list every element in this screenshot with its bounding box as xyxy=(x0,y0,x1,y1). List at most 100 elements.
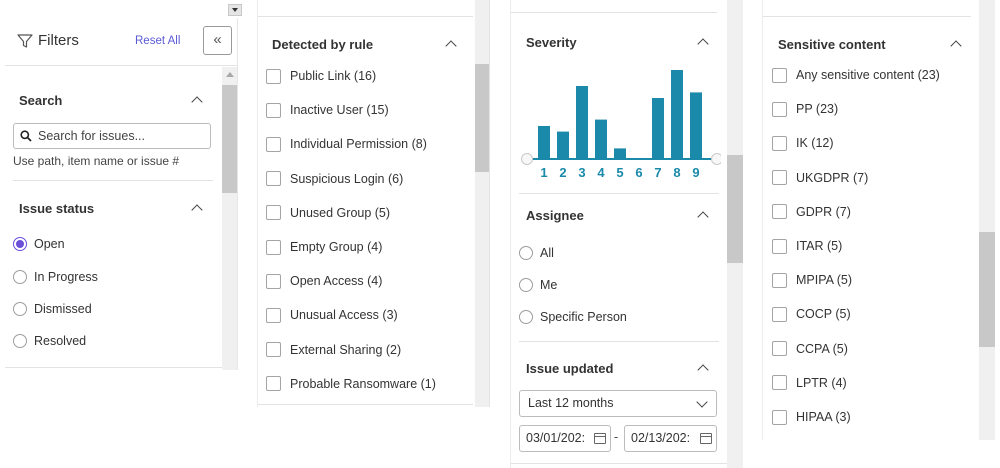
checkbox[interactable] xyxy=(772,170,787,186)
radio-icon[interactable] xyxy=(13,270,27,284)
chevron-up-icon[interactable] xyxy=(697,211,709,223)
date-range-select[interactable]: Last 12 months xyxy=(519,390,717,417)
severity-bar[interactable] xyxy=(595,119,607,158)
sensitive-item[interactable]: CCPA (5) xyxy=(772,340,848,358)
checkbox[interactable] xyxy=(266,239,281,255)
rule-item[interactable]: Unusual Access (3) xyxy=(266,306,398,324)
chevron-up-icon[interactable] xyxy=(191,204,203,216)
sensitive-item[interactable]: Any sensitive content (23) xyxy=(772,66,940,84)
rule-item[interactable]: Individual Permission (8) xyxy=(266,135,427,153)
status-option-dismissed[interactable]: Dismissed xyxy=(13,300,92,318)
severity-tick-label[interactable]: 1 xyxy=(540,165,547,180)
assignee-option-specific-person[interactable]: Specific Person xyxy=(519,308,627,326)
collapse-panel-button[interactable]: « xyxy=(203,26,232,55)
severity-tick-label[interactable]: 2 xyxy=(559,165,566,180)
scrollbar[interactable] xyxy=(979,0,995,440)
sensitive-item[interactable]: IK (12) xyxy=(772,134,834,152)
rule-item[interactable]: Public Link (16) xyxy=(266,67,376,85)
severity-bar[interactable] xyxy=(614,148,626,158)
checkbox[interactable] xyxy=(772,341,787,357)
checkbox[interactable] xyxy=(772,409,787,425)
range-handle-max[interactable] xyxy=(711,153,722,165)
reset-all-link[interactable]: Reset All xyxy=(135,35,180,47)
rule-item[interactable]: Inactive User (15) xyxy=(266,101,389,119)
range-handle-min[interactable] xyxy=(521,153,533,165)
scroll-up-arrow-icon[interactable] xyxy=(226,72,234,77)
search-field[interactable] xyxy=(13,123,211,149)
calendar-icon[interactable] xyxy=(700,433,712,444)
checkbox[interactable] xyxy=(772,204,787,220)
scrollbar-thumb[interactable] xyxy=(475,64,489,172)
status-option-resolved[interactable]: Resolved xyxy=(13,332,86,350)
checkbox[interactable] xyxy=(266,307,281,323)
radio-icon[interactable] xyxy=(13,334,27,348)
checkbox[interactable] xyxy=(266,342,281,358)
checkbox[interactable] xyxy=(772,272,787,288)
checkbox[interactable] xyxy=(266,102,281,118)
checkbox[interactable] xyxy=(266,376,281,392)
status-option-open[interactable]: Open xyxy=(13,235,65,253)
checkbox[interactable] xyxy=(266,273,281,289)
checkbox[interactable] xyxy=(266,171,281,187)
radio-icon[interactable] xyxy=(519,278,533,292)
chevron-up-icon[interactable] xyxy=(697,364,709,376)
scrollbar[interactable] xyxy=(475,0,489,407)
severity-tick-label[interactable]: 3 xyxy=(578,165,585,180)
checkbox[interactable] xyxy=(772,238,787,254)
scrollbar-thumb[interactable] xyxy=(979,232,995,347)
rule-item[interactable]: Probable Ransomware (1) xyxy=(266,375,436,393)
date-from-input[interactable]: 03/01/202: xyxy=(519,425,611,452)
dropdown-arrow-button[interactable] xyxy=(228,4,242,16)
radio-checked-icon[interactable] xyxy=(13,237,27,251)
rule-item[interactable]: Empty Group (4) xyxy=(266,238,382,256)
checkbox[interactable] xyxy=(772,101,787,117)
chevron-up-icon[interactable] xyxy=(445,40,457,52)
severity-bar[interactable] xyxy=(671,70,683,158)
search-input[interactable] xyxy=(38,127,208,145)
severity-bar[interactable] xyxy=(652,98,664,158)
severity-bar[interactable] xyxy=(576,86,588,158)
sensitive-item[interactable]: COCP (5) xyxy=(772,305,851,323)
scrollbar-thumb[interactable] xyxy=(727,155,743,263)
checkbox[interactable] xyxy=(772,135,787,151)
chevron-up-icon[interactable] xyxy=(191,96,203,108)
status-option-in-progress[interactable]: In Progress xyxy=(13,268,98,286)
rule-item[interactable]: External Sharing (2) xyxy=(266,341,401,359)
sensitive-item[interactable]: HIPAA (3) xyxy=(772,408,851,426)
severity-tick-label[interactable]: 9 xyxy=(692,165,699,180)
assignee-option-me[interactable]: Me xyxy=(519,276,557,294)
sensitive-item[interactable]: UKGDPR (7) xyxy=(772,169,868,187)
date-to-input[interactable]: 02/13/202: xyxy=(624,425,717,452)
severity-tick-label[interactable]: 8 xyxy=(673,165,680,180)
sensitive-item[interactable]: PP (23) xyxy=(772,100,838,118)
calendar-icon[interactable] xyxy=(594,433,606,444)
severity-tick-label[interactable]: 5 xyxy=(616,165,623,180)
sensitive-item[interactable]: MPIPA (5) xyxy=(772,271,852,289)
scrollbar[interactable] xyxy=(222,67,237,370)
sensitive-item[interactable]: GDPR (7) xyxy=(772,203,851,221)
checkbox[interactable] xyxy=(772,375,787,391)
sensitive-item[interactable]: ITAR (5) xyxy=(772,237,842,255)
scrollbar-thumb[interactable] xyxy=(222,85,237,193)
chevron-up-icon[interactable] xyxy=(950,40,962,52)
rule-item[interactable]: Open Access (4) xyxy=(266,272,382,290)
severity-bar[interactable] xyxy=(557,131,569,158)
checkbox[interactable] xyxy=(266,68,281,84)
rule-item[interactable]: Unused Group (5) xyxy=(266,204,390,222)
sensitive-item[interactable]: LPTR (4) xyxy=(772,374,847,392)
scrollbar[interactable] xyxy=(727,0,743,468)
severity-tick-label[interactable]: 7 xyxy=(654,165,661,180)
chevron-up-icon[interactable] xyxy=(697,38,709,50)
severity-bar[interactable] xyxy=(538,126,550,158)
assignee-option-all[interactable]: All xyxy=(519,244,554,262)
radio-icon[interactable] xyxy=(519,246,533,260)
severity-bar[interactable] xyxy=(690,92,702,158)
rule-item[interactable]: Suspicious Login (6) xyxy=(266,170,403,188)
radio-icon[interactable] xyxy=(13,302,27,316)
radio-icon[interactable] xyxy=(519,310,533,324)
checkbox[interactable] xyxy=(266,205,281,221)
checkbox[interactable] xyxy=(266,136,281,152)
checkbox[interactable] xyxy=(772,67,787,83)
severity-tick-label[interactable]: 6 xyxy=(635,165,642,180)
checkbox[interactable] xyxy=(772,306,787,322)
